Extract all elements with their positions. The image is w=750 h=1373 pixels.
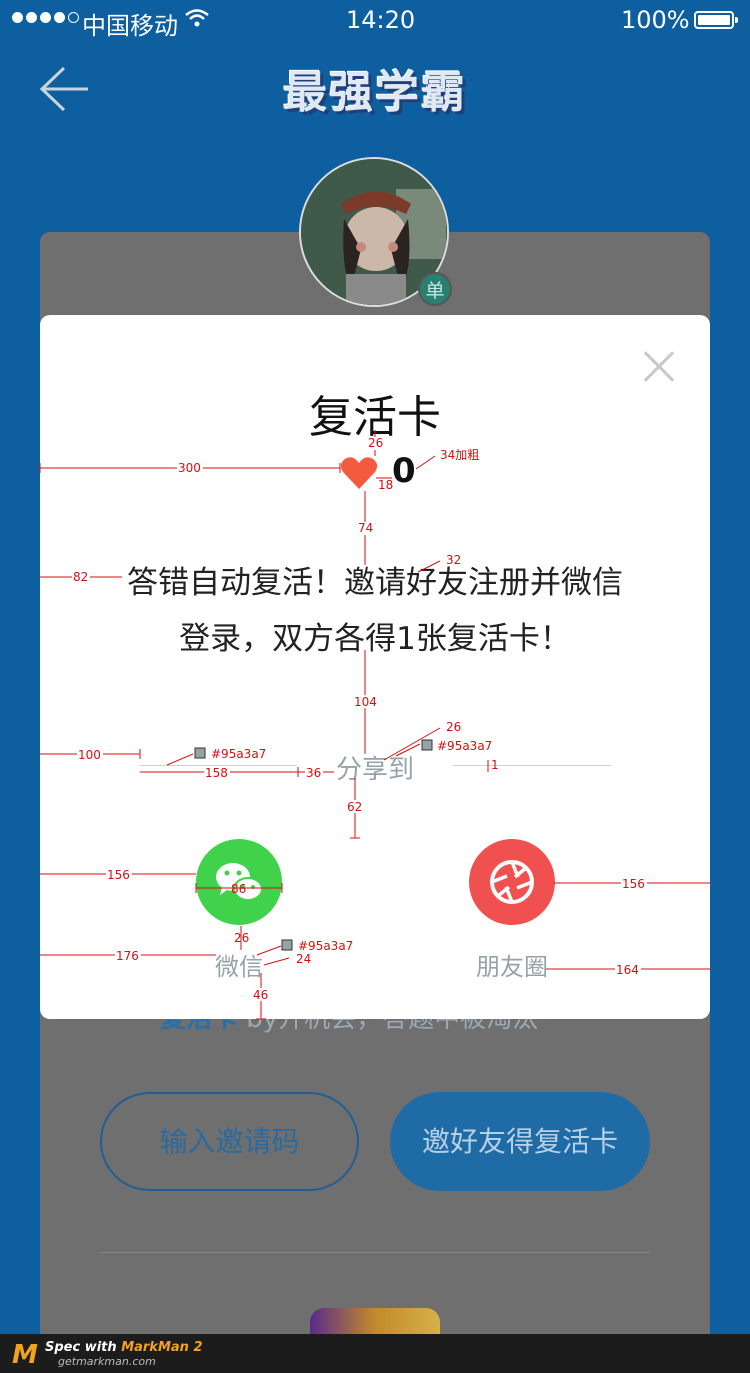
- share-label: 分享到: [335, 755, 414, 785]
- footer-spec-prefix: Spec with: [45, 1340, 122, 1355]
- signal-icon: [12, 12, 79, 23]
- share-wechat-button[interactable]: [196, 839, 282, 925]
- enter-invite-code-button[interactable]: 输入邀请码: [100, 1092, 359, 1191]
- battery-percentage: 100%: [621, 6, 690, 34]
- revive-card-modal: 复活卡 0 答错自动复活！邀请好友注册并微信 登录，双方各得1张复活卡！ 分享到…: [40, 315, 710, 1019]
- invite-friend-button[interactable]: 邀好友得复活卡: [390, 1092, 650, 1191]
- close-icon[interactable]: [644, 351, 674, 381]
- status-bar: 中国移动 14:20 100%: [0, 0, 750, 40]
- description-line-1: 答错自动复活！邀请好友注册并微信: [127, 565, 623, 601]
- heart-icon: [340, 457, 378, 489]
- markman-footer: M Spec with MarkMan 2 getmarkman.com: [0, 1334, 750, 1373]
- clock: 14:20: [346, 6, 416, 34]
- description-line-2: 登录，双方各得1张复活卡！: [179, 621, 571, 657]
- share-moments-button[interactable]: [469, 839, 555, 925]
- share-header: 分享到: [40, 745, 710, 785]
- share-divider-right: [453, 765, 611, 766]
- battery-icon: [694, 11, 738, 29]
- moments-icon: [490, 860, 534, 904]
- nav-bar: 最强学霸: [0, 40, 750, 136]
- footer-url[interactable]: getmarkman.com: [58, 1355, 156, 1368]
- wechat-caption: 微信: [215, 953, 263, 981]
- page-title: 最强学霸: [283, 67, 467, 118]
- carrier-name: 中国移动: [82, 12, 178, 40]
- modal-title: 复活卡: [309, 392, 441, 443]
- markman-logo-icon: M: [12, 1340, 38, 1370]
- moments-caption: 朋友圈: [476, 953, 548, 981]
- single-badge: 单: [418, 272, 452, 306]
- divider: [100, 1252, 650, 1253]
- footer-brand: MarkMan 2: [121, 1340, 203, 1355]
- revive-card-count: 0: [392, 451, 416, 491]
- wifi-icon: [185, 9, 209, 27]
- wechat-icon: [216, 863, 263, 901]
- modal-description: 答错自动复活！邀请好友注册并微信 登录，双方各得1张复活卡！: [40, 555, 710, 667]
- footer-spec: Spec with MarkMan 2: [45, 1340, 203, 1355]
